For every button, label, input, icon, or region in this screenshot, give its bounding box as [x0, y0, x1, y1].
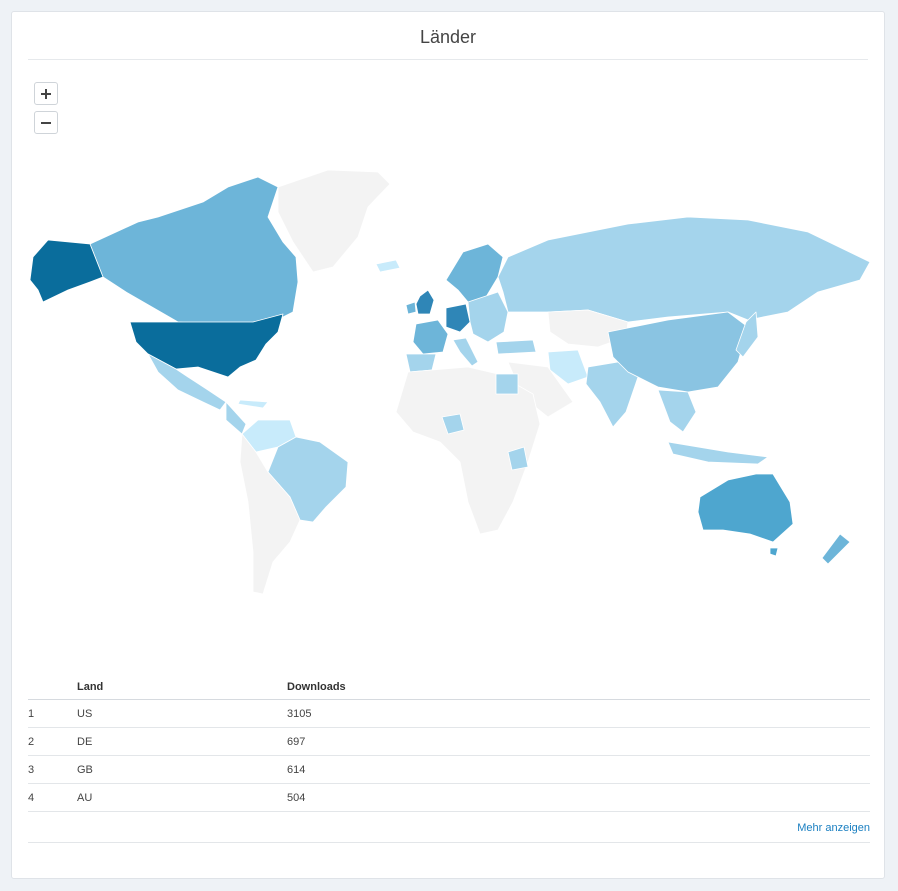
country-cell: GB [77, 755, 287, 784]
country-spain [405, 353, 437, 373]
country-egypt [495, 373, 519, 395]
rank-cell: 2 [28, 727, 77, 756]
country-russia [497, 216, 870, 323]
table-row: 2 DE 697 [28, 727, 870, 756]
country-cuba [237, 399, 269, 409]
country-alaska [29, 239, 104, 303]
country-france [412, 319, 449, 355]
country-germany [445, 303, 471, 333]
country-cell: US [77, 699, 287, 728]
downloads-cell: 504 [287, 783, 870, 812]
show-more-link[interactable]: Mehr anzeigen [797, 822, 870, 834]
col-land-header: Land [77, 675, 287, 700]
country-new-zealand [821, 533, 851, 565]
panel-title: Länder [28, 12, 868, 60]
downloads-cell: 3105 [287, 699, 870, 728]
countries-panel: Länder Land Downloads 1 US 3105 2 DE 697… [11, 11, 885, 879]
rank-cell: 4 [28, 783, 77, 812]
country-southeast-asia [657, 389, 697, 433]
country-iceland [375, 259, 401, 273]
world-map-svg [29, 169, 870, 595]
table-header-row: Land Downloads [28, 675, 870, 700]
downloads-cell: 614 [287, 755, 870, 784]
countries-table: Land Downloads 1 US 3105 2 DE 697 3 GB 6… [28, 675, 870, 812]
table-row: 1 US 3105 [28, 699, 870, 728]
country-indonesia [667, 441, 769, 465]
country-united-states [129, 313, 284, 378]
more-row: Mehr anzeigen [28, 815, 870, 843]
country-ireland [405, 301, 417, 315]
country-canada [89, 176, 299, 328]
zoom-in-button[interactable] [34, 82, 58, 105]
rank-cell: 3 [28, 755, 77, 784]
table-row: 4 AU 504 [28, 783, 870, 812]
country-united-kingdom [415, 289, 435, 315]
country-central-america [225, 401, 247, 435]
col-downloads-header: Downloads [287, 675, 870, 700]
country-tasmania [769, 547, 779, 557]
table-row: 3 GB 614 [28, 755, 870, 784]
country-italy [452, 337, 479, 367]
zoom-out-button[interactable] [34, 111, 58, 134]
country-cell: DE [77, 727, 287, 756]
country-australia [697, 473, 794, 543]
downloads-cell: 697 [287, 727, 870, 756]
col-rank-header [28, 675, 77, 700]
rank-cell: 1 [28, 699, 77, 728]
country-turkey [495, 339, 537, 355]
world-map[interactable] [28, 162, 870, 602]
country-cell: AU [77, 783, 287, 812]
